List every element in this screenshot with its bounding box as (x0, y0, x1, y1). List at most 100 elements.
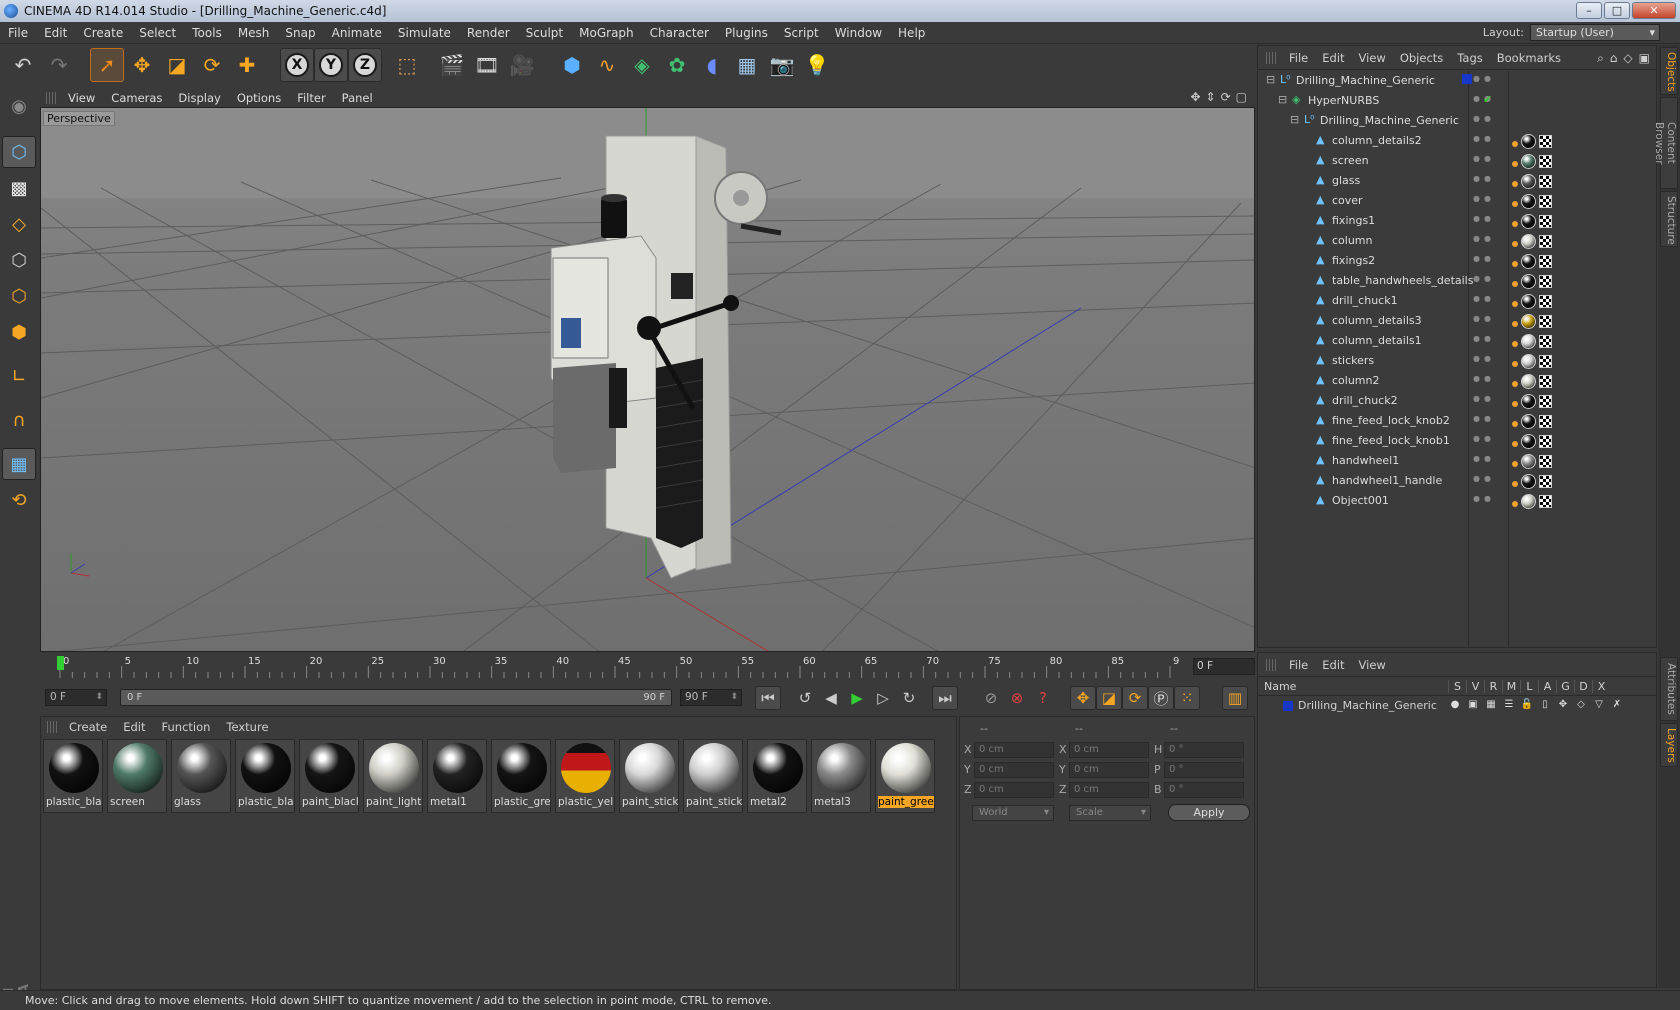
recent-tool-icon[interactable]: ✚ (230, 48, 264, 82)
object-menu-edit[interactable]: Edit (1315, 51, 1351, 65)
material-tag-icon[interactable] (1521, 434, 1536, 449)
object-row[interactable]: ▲ fixings1 ●● (1258, 211, 1656, 231)
object-row[interactable]: ▲ column_details1 ●● (1258, 331, 1656, 351)
visibility-dots-icon[interactable]: ●● (1473, 474, 1495, 483)
object-name[interactable]: column2 (1332, 374, 1380, 387)
material-swatch[interactable]: metal3 (811, 739, 871, 813)
floor-icon[interactable]: ▦ (730, 48, 764, 82)
previous-frame-icon[interactable]: ◀ (818, 686, 844, 710)
visibility-dots-icon[interactable]: ●● (1473, 274, 1495, 283)
object-row[interactable]: ▲ drill_chuck1 ●● (1258, 291, 1656, 311)
expand-toggle-icon[interactable] (1302, 374, 1314, 386)
phong-tag-icon[interactable] (1512, 221, 1518, 227)
material-tag-icon[interactable] (1521, 454, 1536, 469)
material-tag-icon[interactable] (1521, 334, 1536, 349)
menu-create[interactable]: Create (75, 26, 131, 40)
start-frame-field[interactable]: 0 F (45, 689, 107, 706)
material-swatch[interactable]: paint_light (363, 739, 423, 813)
visibility-dots-icon[interactable]: ●● (1473, 394, 1495, 403)
uvw-tag-icon[interactable] (1539, 295, 1552, 308)
uvw-tag-icon[interactable] (1539, 355, 1552, 368)
uvw-tag-icon[interactable] (1539, 195, 1552, 208)
viewport-menu-view[interactable]: View (60, 91, 103, 105)
object-row[interactable]: ⊟ ◈ HyperNURBS ●● ✔ (1258, 91, 1656, 111)
pos-z-field[interactable]: 0 cm (974, 782, 1054, 798)
perspective-viewport[interactable]: Perspective (40, 107, 1255, 652)
material-tag-icon[interactable] (1521, 274, 1536, 289)
rot-p-field[interactable]: 0 ° (1164, 762, 1244, 778)
visibility-dots-icon[interactable]: ●● (1473, 214, 1495, 223)
object-row[interactable]: ▲ Object001 ●● (1258, 491, 1656, 511)
phong-tag-icon[interactable] (1512, 301, 1518, 307)
visibility-dots-icon[interactable]: ●● (1473, 434, 1495, 443)
material-tag-icon[interactable] (1521, 314, 1536, 329)
size-x-field[interactable]: 0 cm (1069, 742, 1149, 758)
object-name[interactable]: fine_feed_lock_knob1 (1332, 434, 1450, 447)
tab-attributes[interactable]: Attributes (1660, 657, 1678, 721)
go-to-start-icon[interactable]: ⏮ (755, 686, 781, 710)
uvw-tag-icon[interactable] (1539, 235, 1552, 248)
phong-tag-icon[interactable] (1512, 261, 1518, 267)
material-swatch[interactable]: metal1 (427, 739, 487, 813)
uvw-tag-icon[interactable] (1539, 275, 1552, 288)
layer-color-icon[interactable] (1462, 74, 1472, 84)
phong-tag-icon[interactable] (1512, 461, 1518, 467)
material-tag-icon[interactable] (1521, 414, 1536, 429)
apply-button[interactable]: Apply (1168, 804, 1250, 821)
object-name[interactable]: column_details2 (1332, 134, 1422, 147)
object-menu-bookmarks[interactable]: Bookmarks (1490, 51, 1568, 65)
menu-sculpt[interactable]: Sculpt (518, 26, 571, 40)
uvw-tag-icon[interactable] (1539, 175, 1552, 188)
object-row[interactable]: ▲ stickers ●● (1258, 351, 1656, 371)
material-tag-icon[interactable] (1521, 174, 1536, 189)
object-name[interactable]: fixings1 (1332, 214, 1375, 227)
uvw-tag-icon[interactable] (1539, 315, 1552, 328)
material-swatch[interactable]: metal2 (747, 739, 807, 813)
object-row[interactable]: ▲ table_handwheels_details ●● (1258, 271, 1656, 291)
layer-manager-icon[interactable]: ☰ (1500, 699, 1518, 710)
playhead[interactable] (57, 656, 64, 670)
toggle-view-icon[interactable]: ▢ (1236, 90, 1247, 104)
visibility-dots-icon[interactable]: ●● (1473, 494, 1495, 503)
viewport-menu-cameras[interactable]: Cameras (103, 91, 170, 105)
material-tag-icon[interactable] (1521, 294, 1536, 309)
object-row[interactable]: ▲ fine_feed_lock_knob2 ●● (1258, 411, 1656, 431)
layout-select[interactable]: Startup (User) (1530, 24, 1660, 41)
visibility-dots-icon[interactable]: ●● (1473, 414, 1495, 423)
phong-tag-icon[interactable] (1512, 201, 1518, 207)
panel-grip-icon[interactable] (1266, 51, 1276, 64)
viewport-menu-filter[interactable]: Filter (289, 91, 333, 105)
tab-structure[interactable]: Structure (1660, 191, 1678, 247)
visibility-dots-icon[interactable]: ●● (1473, 294, 1495, 303)
expand-toggle-icon[interactable] (1302, 354, 1314, 366)
menu-plugins[interactable]: Plugins (717, 26, 776, 40)
object-name[interactable]: Object001 (1332, 494, 1389, 507)
uvw-tag-icon[interactable] (1539, 495, 1552, 508)
object-row[interactable]: ⊟ L⁰ Drilling_Machine_Generic ●● (1258, 111, 1656, 131)
uvw-tag-icon[interactable] (1539, 455, 1552, 468)
tab-content-browser[interactable]: Content Browser (1653, 97, 1678, 189)
edges-mode-icon[interactable]: ⬡ (2, 280, 36, 312)
x-axis-lock-button[interactable]: X (280, 48, 314, 82)
object-row[interactable]: ▲ column2 ●● (1258, 371, 1656, 391)
visibility-dots-icon[interactable]: ●● (1473, 74, 1495, 83)
phong-tag-icon[interactable] (1512, 161, 1518, 167)
expand-toggle-icon[interactable] (1302, 194, 1314, 206)
object-row[interactable]: ▲ column_details2 ●● (1258, 131, 1656, 151)
previous-key-icon[interactable]: ↺ (792, 686, 818, 710)
next-frame-icon[interactable]: ▷ (870, 686, 896, 710)
object-name[interactable]: handwheel1 (1332, 454, 1399, 467)
move-tool-icon[interactable]: ✥ (125, 48, 159, 82)
object-row[interactable]: ▲ column_details3 ●● (1258, 311, 1656, 331)
play-icon[interactable]: ▶ (844, 686, 870, 710)
uvw-tag-icon[interactable] (1539, 255, 1552, 268)
axis-mode-icon[interactable]: ∟ (2, 360, 36, 392)
viewport-menu-panel[interactable]: Panel (334, 91, 381, 105)
layer-animation-icon[interactable]: ▯ (1536, 699, 1554, 710)
menu-mesh[interactable]: Mesh (230, 26, 278, 40)
visibility-dots-icon[interactable]: ●● (1473, 374, 1495, 383)
scroll-first-icon[interactable]: ◇ (1623, 51, 1632, 66)
menu-file[interactable]: File (0, 26, 36, 40)
record-position-icon[interactable]: ✥ (1070, 686, 1096, 710)
record-point-level-icon[interactable]: ⁙ (1174, 686, 1200, 710)
